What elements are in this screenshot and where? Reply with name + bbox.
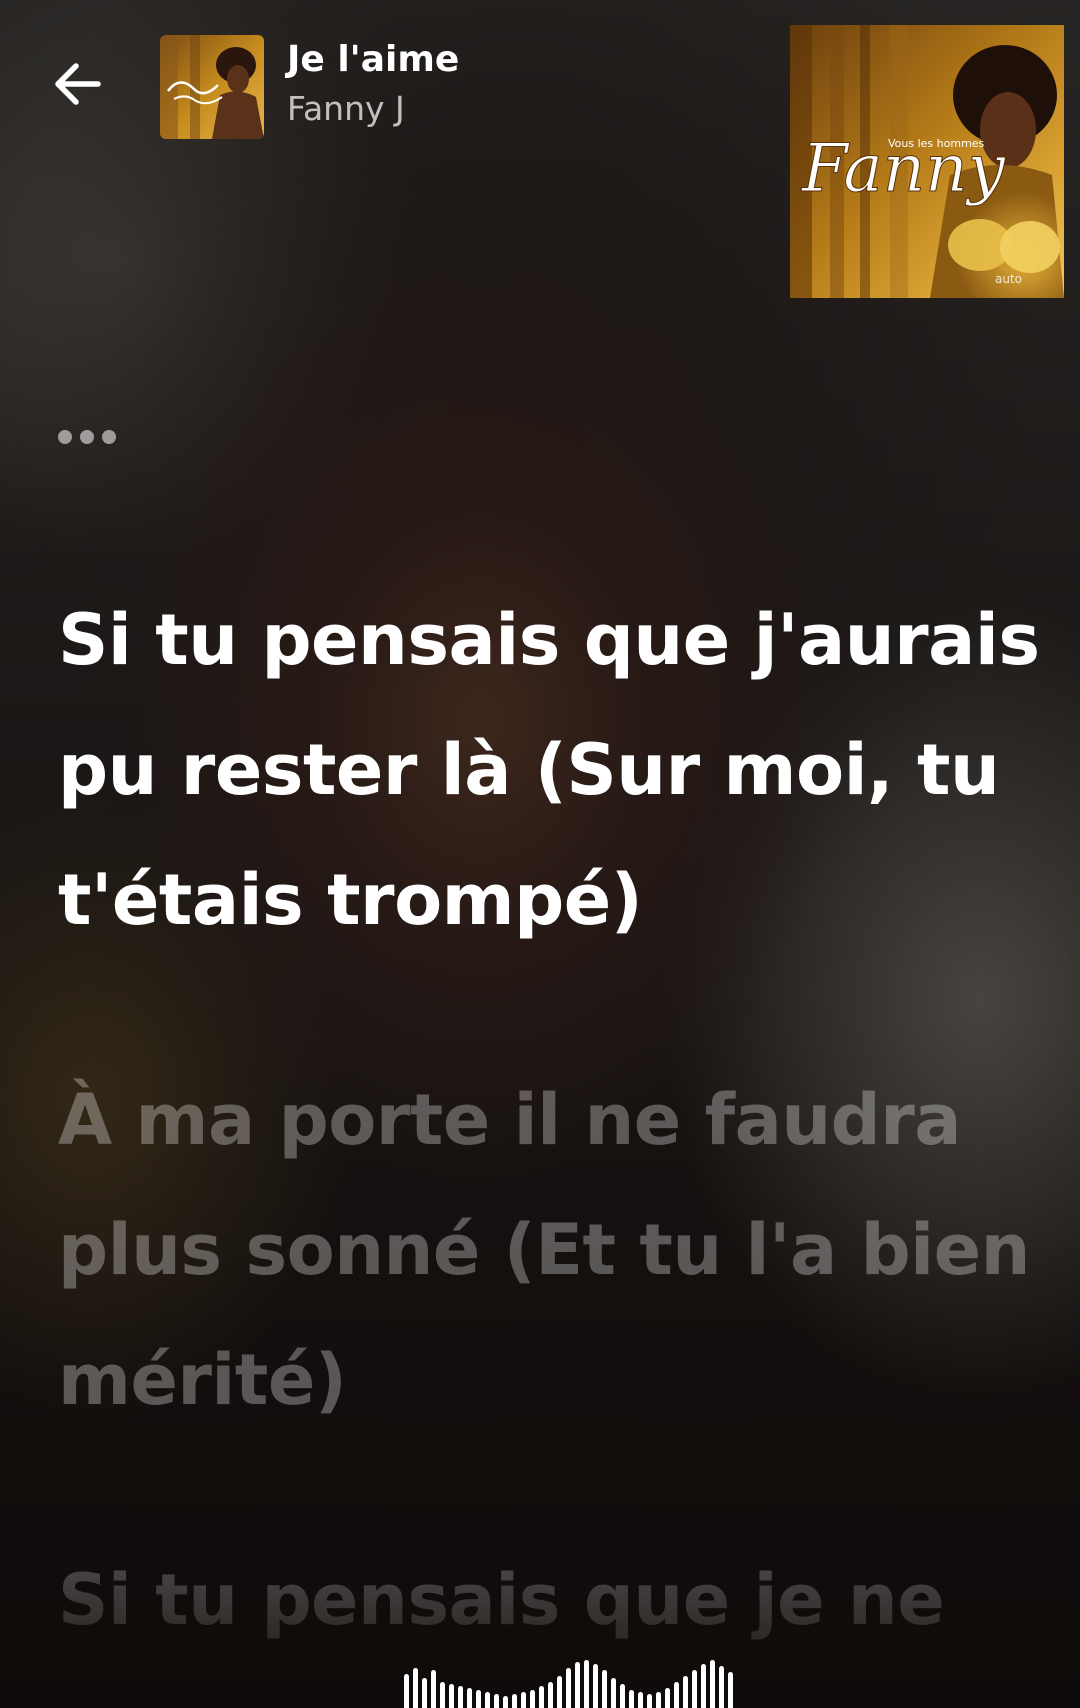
artist-name: Fanny J bbox=[287, 89, 405, 128]
track-info[interactable]: Je l'aime Fanny J bbox=[287, 36, 459, 134]
waveform-bar bbox=[539, 1686, 544, 1708]
waveform-bar bbox=[458, 1686, 463, 1708]
waveform-bar bbox=[647, 1694, 652, 1708]
waveform-bar bbox=[404, 1674, 409, 1708]
back-button[interactable] bbox=[40, 46, 116, 122]
waveform-bar bbox=[449, 1684, 454, 1708]
waveform-bar bbox=[494, 1694, 499, 1708]
waveform-bar bbox=[665, 1688, 670, 1708]
waveform-bar bbox=[521, 1692, 526, 1708]
album-cover-large[interactable]: Vous les hommes Fanny auto bbox=[790, 25, 1064, 298]
waveform-bar bbox=[674, 1682, 679, 1708]
waveform-bar bbox=[656, 1692, 661, 1708]
waveform-bar bbox=[638, 1692, 643, 1708]
album-art-image: Vous les hommes Fanny auto bbox=[790, 25, 1064, 298]
waveform-bar bbox=[719, 1666, 724, 1708]
svg-text:auto: auto bbox=[995, 272, 1022, 286]
waveform-bar bbox=[467, 1688, 472, 1708]
lyrics-screen: Je l'aime Fanny J Vous les hommes Fanny … bbox=[0, 0, 1080, 1708]
waveform-bar bbox=[530, 1690, 535, 1708]
waveform-bar bbox=[728, 1672, 733, 1708]
waveform-bar bbox=[476, 1690, 481, 1708]
waveform-bar bbox=[701, 1664, 706, 1708]
waveform-bar bbox=[683, 1676, 688, 1708]
waveform-bar bbox=[413, 1668, 418, 1708]
waveform-bar bbox=[593, 1664, 598, 1708]
album-art-thumbnail-image bbox=[160, 35, 264, 139]
waveform-bar bbox=[557, 1676, 562, 1708]
album-script-text: Fanny bbox=[801, 130, 1006, 207]
waveform-bar bbox=[422, 1678, 427, 1708]
track-title: Je l'aime bbox=[287, 39, 460, 80]
waveform-bar bbox=[503, 1696, 508, 1708]
waveform-bar bbox=[485, 1692, 490, 1708]
waveform-bar bbox=[512, 1694, 517, 1708]
arrow-left-icon bbox=[55, 63, 101, 105]
lyric-line-faded[interactable]: Si tu pensais que je ne bbox=[58, 1535, 1048, 1665]
waveform-bar bbox=[548, 1682, 553, 1708]
waveform-bar bbox=[710, 1660, 715, 1708]
waveform-bar bbox=[629, 1690, 634, 1708]
waveform-bar bbox=[602, 1670, 607, 1708]
waveform-bar bbox=[584, 1660, 589, 1708]
waveform-bar bbox=[431, 1670, 436, 1708]
waveform-bar bbox=[566, 1668, 571, 1708]
ellipsis-icon bbox=[58, 430, 116, 444]
waveform-bar bbox=[692, 1670, 697, 1708]
waveform-bar bbox=[440, 1682, 445, 1708]
lyric-line-next[interactable]: À ma porte il ne faudra plus sonné (Et t… bbox=[58, 1055, 1048, 1445]
waveform-bar bbox=[611, 1678, 616, 1708]
audio-waveform-icon bbox=[404, 1660, 736, 1708]
waveform-bar bbox=[575, 1662, 580, 1708]
album-thumbnail[interactable] bbox=[160, 35, 264, 139]
waveform-bar bbox=[620, 1684, 625, 1708]
lyric-line-current[interactable]: Si tu pensais que j'aurais pu rester là … bbox=[58, 575, 1048, 965]
